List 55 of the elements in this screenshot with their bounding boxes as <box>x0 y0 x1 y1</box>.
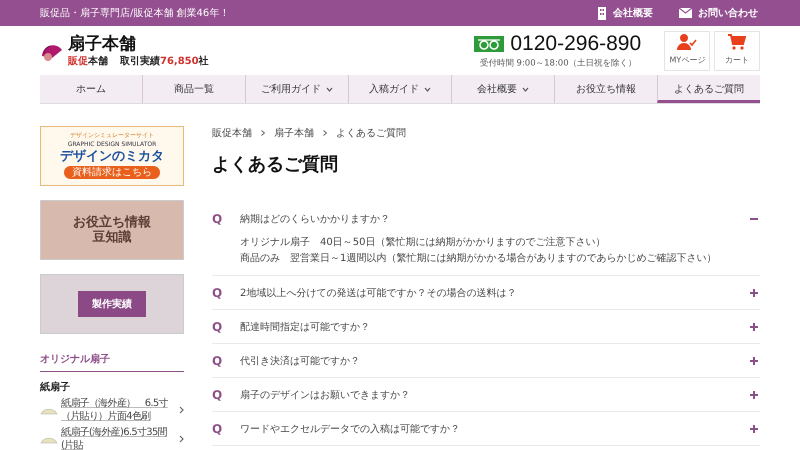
question-text[interactable]: 代引き決済は可能ですか？ <box>240 354 750 368</box>
info-banner[interactable]: お役立ち情報 豆知識 <box>40 200 184 260</box>
phone-number: 0120-296-890 <box>510 32 642 56</box>
question-text[interactable]: ワードやエクセルデータでの入稿は可能ですか？ <box>240 422 750 436</box>
answer-text: オリジナル扇子 40日～50日（繁忙期には納期がかかりますのでご注意下さい） <box>240 236 606 250</box>
question-text[interactable]: 扇子のデザインはお願いできますか？ <box>240 388 750 402</box>
breadcrumb-link[interactable]: 販促本舗 <box>212 126 252 140</box>
section-heading: オリジナル扇子 <box>40 348 184 372</box>
chevron-right-icon <box>261 130 265 136</box>
q-mark: Q <box>212 320 224 334</box>
tagline: 販促品・扇子専門店/販促本舗 創業46年！ <box>40 6 230 20</box>
nav-tab[interactable]: ホーム <box>40 75 142 103</box>
question-text[interactable]: 納期はどのくらいかかりますか？ <box>240 212 750 226</box>
mail-icon <box>679 8 692 18</box>
business-hours: 受付時間 9:00～18:00（土日祝を除く） <box>479 57 636 68</box>
banner-title: 豆知識 <box>92 230 132 245</box>
q-mark: Q <box>212 354 224 368</box>
cart-icon <box>728 34 746 50</box>
nav-tab[interactable]: 会社概要 <box>451 75 554 103</box>
nav-tab[interactable]: 商品一覧 <box>142 75 245 103</box>
answer-text: 商品のみ 翌営業日～1週間以内（繁忙期には納期がかかる場合がありますのであらかじめご確認下さい） <box>240 252 718 266</box>
banner-title: お役立ち情報 <box>73 215 151 230</box>
product-link[interactable]: 紙扇子（海外産） 6.5寸（片貼り）片面4色刷 <box>40 397 184 423</box>
page-title: よくあるご質問 <box>212 154 339 176</box>
q-mark: Q <box>212 388 224 402</box>
q-mark: Q <box>212 286 224 300</box>
nav-tab[interactable]: お役立ち情報 <box>554 75 657 103</box>
chevron-right-icon <box>179 435 184 443</box>
banner-label: 製作実績 <box>78 291 146 317</box>
stats-text: 取引実績76,850社 <box>120 54 209 68</box>
q-mark: Q <box>212 422 224 436</box>
banner-pill: 資料請求はこちら <box>64 166 160 179</box>
chevron-right-icon <box>323 130 327 136</box>
logo-name: 扇子本舗 <box>68 34 137 54</box>
chevron-right-icon <box>179 406 184 414</box>
top-link[interactable]: 会社概要 <box>597 6 653 20</box>
nav-tab[interactable]: ご利用ガイド <box>245 75 348 103</box>
user-icon <box>677 34 697 50</box>
works-banner[interactable]: 製作実績 <box>40 274 184 334</box>
breadcrumb-link[interactable]: 扇子本舗 <box>274 126 314 140</box>
question-text[interactable]: 2地域以上へ分けての発送は可能ですか？その場合の送料は？ <box>240 286 750 300</box>
product-link[interactable]: 紙扇子(海外産)6.5寸35間(片貼 <box>40 426 184 450</box>
breadcrumb-current: よくあるご質問 <box>336 126 406 140</box>
nav-tab[interactable]: 入稿ガイド <box>348 75 451 103</box>
building-icon <box>597 6 607 20</box>
banner-title: デザインのミカタ <box>60 149 164 165</box>
category-heading: 紙扇子 <box>40 380 71 394</box>
brand-name: 販促本舗 <box>68 54 108 68</box>
question-text[interactable]: 配達時間指定は可能ですか？ <box>240 320 750 334</box>
free-dial-icon <box>474 36 504 52</box>
q-mark: Q <box>212 212 224 226</box>
header-button[interactable]: MYページ <box>664 30 710 70</box>
nav-tab[interactable]: よくあるご質問 <box>657 75 760 103</box>
header-button[interactable]: カート <box>714 30 760 70</box>
top-link[interactable]: お問い合わせ <box>679 6 758 20</box>
